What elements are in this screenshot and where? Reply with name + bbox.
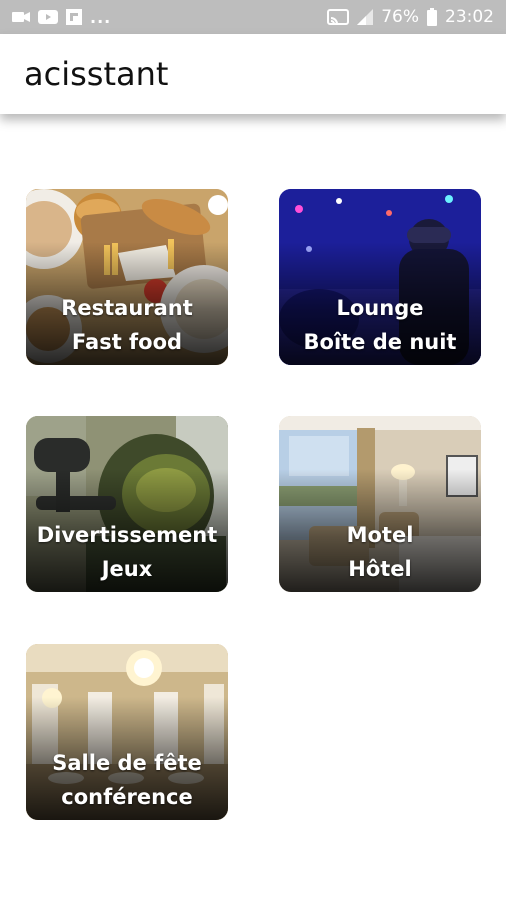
youtube-icon [38,10,58,24]
category-line1: Motel [346,523,414,547]
status-bar-right: 76% 23:02 [327,7,494,27]
category-label: Salle de fête conférence [26,746,228,814]
app-title: acisstant [24,55,169,93]
category-line1: Restaurant [61,296,193,320]
category-line2: conférence [61,785,193,809]
category-label: Motel Hôtel [279,518,481,586]
category-line2: Jeux [101,557,153,581]
category-line1: Salle de fête [52,751,202,775]
category-card-restaurant[interactable]: Restaurant Fast food [26,189,228,365]
video-camera-icon [12,10,30,24]
battery-percent: 76% [381,7,419,27]
cast-icon [327,9,350,25]
category-grid: Restaurant Fast food Lounge Boîte de nui… [0,114,506,900]
flipboard-icon [66,9,82,25]
category-line1: Divertissement [36,523,218,547]
category-card-motel[interactable]: Motel Hôtel [279,416,481,592]
status-overflow-dots: ... [90,7,112,27]
category-line2: Hôtel [348,557,412,581]
category-card-lounge[interactable]: Lounge Boîte de nuit [279,189,481,365]
category-label: Lounge Boîte de nuit [279,291,481,359]
status-time: 23:02 [445,7,494,27]
category-card-salle[interactable]: Salle de fête conférence [26,644,228,820]
category-label: Restaurant Fast food [26,291,228,359]
status-bar-left: ... [12,8,111,27]
category-label: Divertissement Jeux [26,518,228,586]
signal-icon [357,9,374,25]
battery-icon [427,8,437,26]
category-line1: Lounge [336,296,424,320]
app-bar: acisstant [0,34,506,114]
category-line2: Fast food [71,330,183,354]
category-card-divertissement[interactable]: Divertissement Jeux [26,416,228,592]
category-line2: Boîte de nuit [303,330,457,354]
status-bar: ... 76% 23:02 [0,0,506,34]
